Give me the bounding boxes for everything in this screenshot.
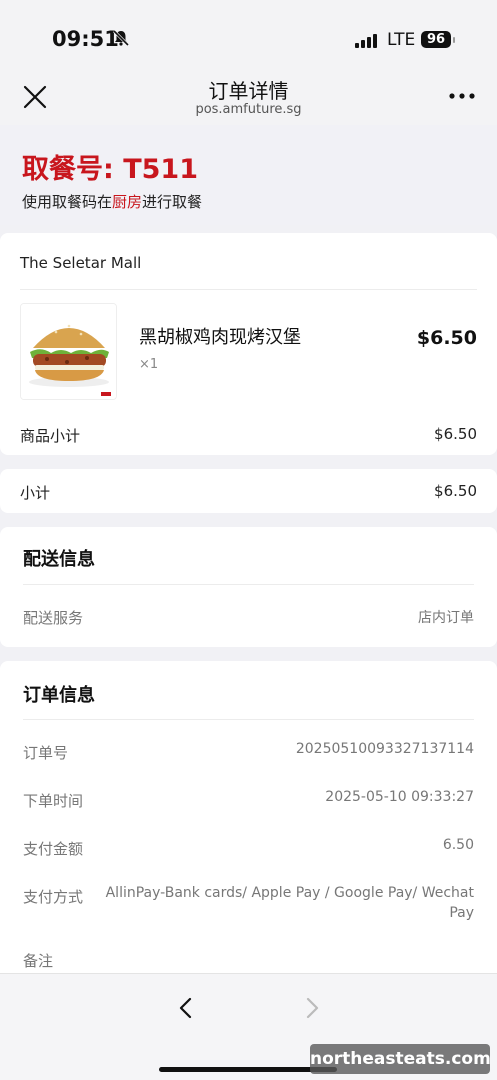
order-number-label: 订单号 (23, 744, 69, 762)
product-price: $6.50 (416, 327, 477, 349)
delivery-service-label: 配送服务 (23, 609, 84, 627)
delivery-title: 配送信息 (23, 549, 95, 570)
subtotal-card: 小计 $6.50 (0, 469, 497, 513)
product-image (20, 303, 117, 400)
pickup-section: 取餐号: T511 使用取餐码在厨房进行取餐 (0, 125, 497, 225)
order-info-card: 订单信息 订单号 20250510093327137114 下单时间 2025-… (0, 661, 497, 991)
status-bar: 09:51 LTE 96 (0, 0, 497, 70)
order-time-value: 2025-05-10 09:33:27 (325, 789, 474, 805)
order-info-title: 订单信息 (23, 685, 95, 706)
order-time-label: 下单时间 (23, 792, 84, 810)
subtotal-value: $6.50 (434, 482, 477, 500)
delivery-service-value: 店内订单 (418, 610, 474, 626)
divider (23, 719, 474, 720)
store-name: The Seletar Mall (20, 254, 142, 272)
order-number-value: 20250510093327137114 (295, 741, 474, 757)
payment-amount-value: 6.50 (442, 837, 474, 853)
subtotal-label: 小计 (20, 484, 51, 502)
pickup-hint-location: 厨房 (112, 193, 143, 211)
remarks-label: 备注 (23, 952, 54, 970)
status-time: 09:51 (52, 27, 119, 51)
product-qty: ×1 (139, 357, 159, 372)
battery-level: 96 (421, 31, 451, 48)
store-card: The Seletar Mall 黑胡椒鸡肉现烤汉堡 ×1 $6.50 商品小计… (0, 233, 497, 455)
payment-method-label: 支付方式 (23, 888, 84, 906)
nav-bar: 订单详情 pos.amfuture.sg (0, 70, 497, 125)
product-name: 黑胡椒鸡肉现烤汉堡 (139, 327, 301, 348)
divider (20, 289, 477, 290)
payment-method-value-line2: Pay (449, 905, 474, 921)
delivery-card: 配送信息 配送服务 店内订单 (0, 527, 497, 647)
page-title: 订单详情 (208, 79, 289, 103)
battery-cap (453, 37, 455, 43)
watermark: northeasteats.com (310, 1044, 491, 1074)
page-url: pos.amfuture.sg (195, 102, 302, 117)
signal-icon (355, 33, 379, 52)
back-icon[interactable] (172, 994, 200, 1022)
network-type: LTE (387, 30, 416, 50)
forward-icon[interactable] (298, 994, 326, 1022)
pickup-hint-suffix: 进行取餐 (142, 193, 203, 211)
divider (23, 584, 474, 585)
goods-subtotal-value: $6.50 (434, 425, 477, 443)
payment-amount-label: 支付金额 (23, 840, 84, 858)
pickup-hint-prefix: 使用取餐码在 (22, 193, 113, 211)
pickup-hint: 使用取餐码在厨房进行取餐 (22, 191, 202, 212)
goods-subtotal-label: 商品小计 (20, 427, 81, 445)
pickup-number: 取餐号: T511 (22, 154, 198, 185)
more-icon[interactable] (447, 86, 477, 106)
payment-method-value-line1: AllinPay-Bank cards/ Apple Pay / Google … (105, 885, 474, 901)
bell-muted-icon (112, 29, 130, 51)
